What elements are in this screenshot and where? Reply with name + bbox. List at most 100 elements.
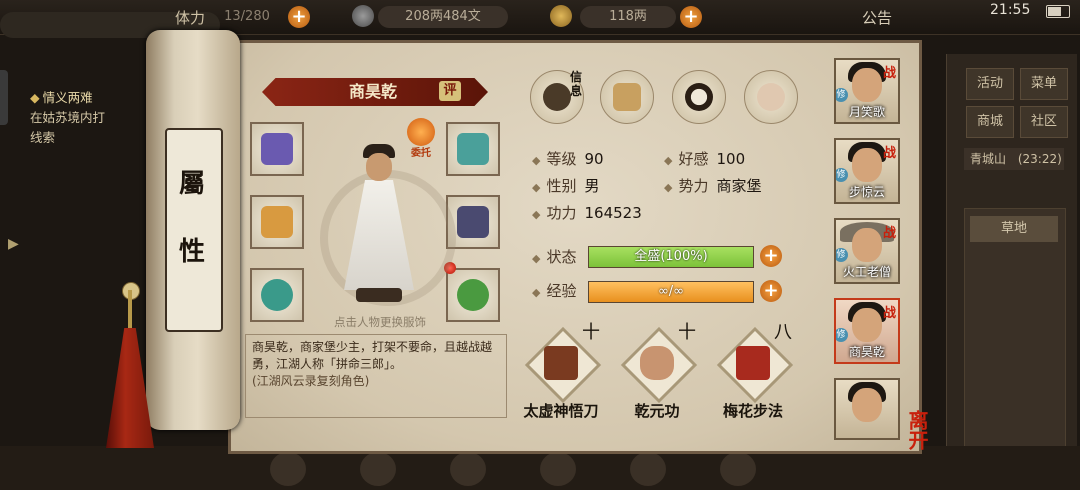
sword-icon: [261, 206, 293, 238]
nav-button[interactable]: [540, 452, 576, 486]
place-list: [964, 208, 1066, 460]
tab-fate[interactable]: [672, 70, 726, 124]
add-exp-button[interactable]: +: [760, 280, 782, 302]
cultivate-badge: 修: [836, 328, 848, 342]
roster-member[interactable]: 战 修 火工老僧: [834, 218, 900, 284]
portrait-face: [852, 148, 882, 182]
menu-shop[interactable]: 商城: [966, 106, 1014, 138]
panel-title-top: 屬: [178, 169, 205, 199]
stat-faction: ◆ 势力 商家堡: [664, 175, 762, 197]
leave-button[interactable]: 离开: [905, 410, 929, 450]
affinity-value: 100: [716, 150, 746, 168]
portrait-face: [852, 388, 882, 422]
silver-ingot-icon: [550, 5, 572, 27]
copper-coin-icon: [352, 5, 374, 27]
power-label: 功力: [546, 204, 577, 222]
power-value: 164523: [584, 204, 642, 222]
exp-label: 经验: [546, 282, 577, 300]
tab-info-label: 信息: [570, 70, 583, 98]
silver-value: 118两: [580, 6, 676, 28]
affinity-label: 好感: [678, 150, 709, 168]
nav-button[interactable]: [450, 452, 486, 486]
stamina-label: 体力: [175, 9, 206, 27]
ring-icon: [261, 279, 293, 311]
skill-name-2: 乾元功: [634, 402, 680, 420]
tassel-cord: [128, 290, 132, 330]
restore-state-button[interactable]: +: [760, 245, 782, 267]
stat-affinity: ◆ 好感 100: [664, 148, 745, 170]
scroll-map-icon: [613, 83, 641, 111]
location-time: (23:22): [1017, 152, 1062, 166]
stat-power: ◆ 功力 164523: [532, 202, 642, 224]
menu-main[interactable]: 菜单: [1020, 68, 1068, 100]
jade-amulet-icon: [457, 279, 489, 311]
roster-member[interactable]: 战 修 步惊云: [834, 138, 900, 204]
diamond-icon: ◆: [532, 181, 541, 194]
state-label: 状态: [546, 248, 577, 266]
expand-arrow-icon[interactable]: ▶: [8, 236, 22, 258]
menu-activity[interactable]: 活动: [966, 68, 1014, 100]
tab-meridian[interactable]: [744, 70, 798, 124]
stat-exp: ◆ 经验: [532, 280, 584, 302]
nav-button[interactable]: [630, 452, 666, 486]
add-silver-button[interactable]: +: [680, 6, 702, 28]
meridian-body-icon: [757, 83, 785, 111]
member-name: 火工老僧: [842, 265, 891, 279]
cultivate-badge: 修: [836, 88, 848, 102]
nav-button[interactable]: [270, 452, 306, 486]
add-stamina-button[interactable]: +: [288, 6, 310, 28]
description-note: (江湖风云录复刻角色): [252, 374, 370, 388]
panel-title: 屬 性: [165, 150, 219, 286]
location-label: 青城山 (23:22): [964, 148, 1064, 170]
cultivate-badge: 修: [836, 248, 848, 262]
portrait-face: [852, 68, 882, 102]
armor-icon: [457, 206, 489, 238]
character-boots: [356, 288, 402, 302]
equip-slot-ring[interactable]: [250, 268, 304, 322]
battle-tag: 战: [882, 306, 896, 321]
tab-martial[interactable]: [600, 70, 654, 124]
portrait-face: [852, 228, 882, 262]
quest-tracker[interactable]: ◆ 情义两难 在姑苏境内打 线索: [30, 88, 160, 148]
faction-value: 商家堡: [716, 177, 762, 195]
entrust-icon[interactable]: [407, 118, 435, 146]
faction-label: 势力: [678, 177, 709, 195]
diamond-icon: ◆: [532, 154, 541, 167]
roster-member-selected[interactable]: 战 修 商昊乾: [834, 298, 900, 364]
exp-bar-text: ∞/∞: [657, 284, 685, 299]
skill-level-1: 十: [582, 322, 600, 343]
description-text: 商昊乾，商家堡少主，打架不要命，且越战越勇，江湖人称「拼命三郎」。: [252, 340, 493, 371]
exp-bar: ∞/∞: [588, 281, 754, 303]
entrust-label: 委托: [411, 148, 431, 159]
location-name: 青城山: [970, 152, 1007, 166]
battle-tag: 战: [882, 66, 896, 81]
bracelet-icon: [457, 133, 489, 165]
equip-slot-helmet[interactable]: [250, 122, 304, 176]
side-drawer-tab[interactable]: [0, 70, 8, 125]
diamond-icon: ◆: [532, 208, 541, 221]
diamond-icon: ◆: [532, 252, 541, 265]
place-item[interactable]: 草地: [970, 216, 1058, 242]
leave-label: 离开: [905, 410, 929, 450]
state-bar: 全盛(100%): [588, 246, 754, 268]
menu-community[interactable]: 社区: [1020, 106, 1068, 138]
equip-slot-accessory[interactable]: [446, 122, 500, 176]
red-manual-icon: [736, 346, 770, 380]
status-clock: 21:55: [990, 2, 1031, 18]
member-name: 月笑歌: [848, 105, 885, 119]
skill-name-1: 太虚神悟刀: [523, 402, 599, 420]
nav-button[interactable]: [360, 452, 396, 486]
roster-member[interactable]: 战 修 月笑歌: [834, 58, 900, 124]
stat-state: ◆ 状态: [532, 246, 584, 268]
announcement-button[interactable]: 公告: [862, 7, 892, 28]
quest-desc: 在姑苏境内打: [30, 110, 106, 125]
rate-button[interactable]: 评: [439, 81, 461, 101]
equip-slot-weapon[interactable]: [250, 195, 304, 249]
cultivate-badge: 修: [836, 168, 848, 182]
yinyang-icon: [685, 83, 713, 111]
roster-member[interactable]: [834, 378, 900, 440]
character-description: 商昊乾，商家堡少主，打架不要命，且越战越勇，江湖人称「拼命三郎」。 (江湖风云录…: [245, 334, 507, 418]
stat-level: ◆ 等级 90: [532, 148, 604, 170]
state-bar-text: 全盛(100%): [634, 249, 708, 264]
nav-button[interactable]: [720, 452, 756, 486]
